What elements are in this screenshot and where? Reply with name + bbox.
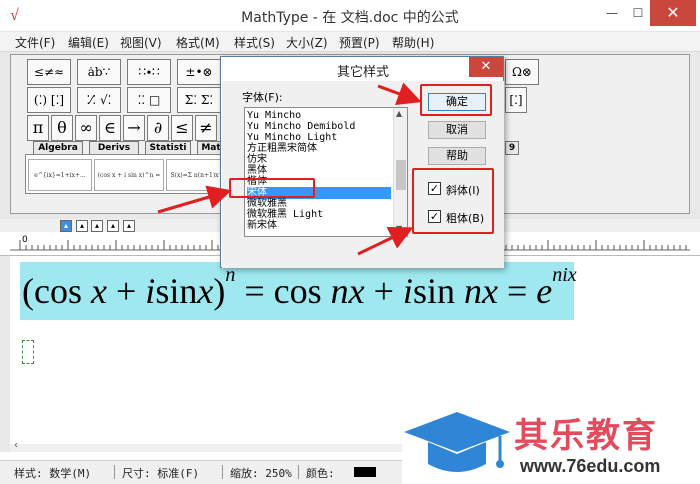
element-of-symbol-button[interactable]: ∈	[99, 115, 121, 141]
summation-templates-button[interactable]: Σ⁚ Σ⁚	[177, 87, 221, 113]
pi-symbol-button[interactable]: π	[27, 115, 49, 141]
formula-i: i	[402, 271, 413, 311]
not-equal-symbol-button[interactable]: ≠	[195, 115, 217, 141]
help-button[interactable]: 帮助	[428, 147, 486, 165]
formula-selection[interactable]: (cos x + isinx)n = cos nx + isin nx = en…	[20, 262, 577, 320]
formula-nx: nx	[463, 271, 498, 311]
watermark-url: www.76edu.com	[520, 456, 661, 476]
menu-help[interactable]: 帮助(H)	[392, 34, 434, 51]
color-swatch	[354, 467, 376, 477]
formula-plus: +	[106, 271, 146, 311]
menu-format[interactable]: 格式(M)	[176, 34, 220, 51]
menu-size[interactable]: 大小(Z)	[286, 34, 328, 51]
status-separator	[222, 465, 223, 479]
spaces-ellipses-button[interactable]: ȧb∵	[77, 59, 121, 85]
formula-i: i	[145, 271, 156, 311]
matrix-templates-button[interactable]: [⁚]	[505, 87, 527, 113]
scroll-left-icon[interactable]: ‹	[14, 440, 18, 451]
minimize-button[interactable]: —	[598, 0, 626, 26]
formula-cos: cos	[34, 271, 82, 311]
tab-algebra[interactable]: Algebra	[33, 141, 83, 155]
watermark: 其乐教育 www.76edu.com	[402, 402, 700, 484]
tab-nav-3-icon[interactable]: ▴	[91, 220, 103, 232]
close-window-button[interactable]: ✕	[650, 0, 696, 26]
tab-nav-1-icon[interactable]: ▴	[60, 220, 72, 232]
dialog-title: 其它样式	[336, 65, 389, 80]
formula-x: x	[91, 271, 107, 311]
theta-symbol-button[interactable]: θ	[51, 115, 73, 141]
status-color: 颜色:	[306, 467, 335, 480]
formula-plus: +	[364, 271, 403, 311]
formula-e: e	[536, 271, 553, 311]
subscript-templates-button[interactable]: ⁚⁚ □	[127, 87, 171, 113]
formula-nx: nx	[330, 271, 365, 311]
cancel-button[interactable]: 取消	[428, 121, 486, 139]
formula-x: x	[197, 271, 214, 311]
formula-sin: sin	[155, 271, 198, 311]
window-title: MathType - 在 文档.doc 中的公式	[241, 10, 459, 26]
font-list-scrollbar[interactable]: ▲ ▼	[393, 108, 407, 236]
operator-symbols-button[interactable]: ±•⊗	[177, 59, 221, 85]
tab-nav-4-icon[interactable]: ▴	[107, 220, 119, 232]
template-gallery: e^{ix}=1+ix+... (cos x + i sin x)^n = co…	[25, 154, 235, 194]
formula-cos: cos	[273, 271, 322, 311]
fraction-radical-button[interactable]: ⁚⁄⁚ √⁚	[77, 87, 121, 113]
tab-derivs[interactable]: Derivs	[89, 141, 139, 155]
font-label: 字体(F):	[242, 91, 283, 104]
formula-equals: =	[497, 271, 537, 311]
status-style: 样式: 数学(M)	[14, 467, 92, 480]
scroll-up-icon[interactable]: ▲	[396, 109, 402, 118]
menu-bar: 文件(F) 编辑(E) 视图(V) 格式(M) 样式(S) 大小(Z) 预置(P…	[0, 32, 700, 52]
status-size: 尺寸: 标准(F)	[122, 467, 200, 480]
status-separator	[298, 465, 299, 479]
annotation-highlight-font	[229, 178, 315, 198]
formula-exponent-nix: nix	[552, 264, 577, 286]
tab-nav-2-icon[interactable]: ▴	[76, 220, 88, 232]
embellishments-button[interactable]: ∷∙∷	[127, 59, 171, 85]
formula-close-paren: )	[213, 271, 226, 311]
watermark-brand: 其乐教育	[514, 416, 658, 456]
insertion-slot[interactable]	[22, 340, 34, 364]
fence-templates-button[interactable]: (⁚) [⁚]	[27, 87, 71, 113]
partial-symbol-button[interactable]: ∂	[147, 115, 169, 141]
scrollbar-thumb[interactable]	[396, 160, 406, 190]
menu-style[interactable]: 样式(S)	[234, 34, 275, 51]
annotation-highlight-checkboxes	[412, 168, 494, 234]
menu-preset[interactable]: 预置(P)	[339, 34, 380, 51]
title-bar: √ MathType - 在 文档.doc 中的公式 — ☐ ✕	[0, 0, 700, 32]
annotation-highlight-ok	[420, 84, 492, 116]
arrow-symbol-button[interactable]: →	[123, 115, 145, 141]
tab-nav-5-icon[interactable]: ▴	[123, 220, 135, 232]
template-demoivre[interactable]: (cos x + i sin x)^n = cos	[94, 159, 164, 191]
greek-symbols-button[interactable]: Ω⊗	[505, 59, 539, 85]
template-euler[interactable]: e^{ix}=1+ix+...	[28, 159, 92, 191]
graduation-cap-icon	[404, 412, 510, 472]
font-option[interactable]: 新宋体	[247, 220, 391, 232]
tab-9[interactable]: 9	[505, 141, 519, 155]
infinity-symbol-button[interactable]: ∞	[75, 115, 97, 141]
formula-open-paren: (	[22, 271, 34, 311]
font-listbox[interactable]: Yu Mincho Yu Mincho Demibold Yu Mincho L…	[244, 107, 408, 237]
relational-symbols-button[interactable]: ≤≠≈	[27, 59, 71, 85]
menu-edit[interactable]: 编辑(E)	[68, 34, 109, 51]
tab-statistics[interactable]: Statisti	[145, 141, 191, 155]
formula-equals: =	[235, 271, 274, 311]
less-equal-symbol-button[interactable]: ≤	[171, 115, 193, 141]
dialog-close-button[interactable]: ✕	[469, 57, 503, 77]
scroll-down-icon[interactable]: ▼	[396, 224, 402, 233]
formula-sin: sin	[412, 271, 455, 311]
menu-view[interactable]: 视图(V)	[120, 34, 162, 51]
status-zoom: 缩放: 250%	[230, 467, 292, 480]
formula: (cos x + isinx)n = cos nx + isin nx = en…	[22, 264, 577, 312]
maximize-button[interactable]: ☐	[624, 0, 652, 26]
status-separator	[114, 465, 115, 479]
ruler-zero-label: 0	[22, 235, 28, 245]
menu-file[interactable]: 文件(F)	[15, 34, 55, 51]
